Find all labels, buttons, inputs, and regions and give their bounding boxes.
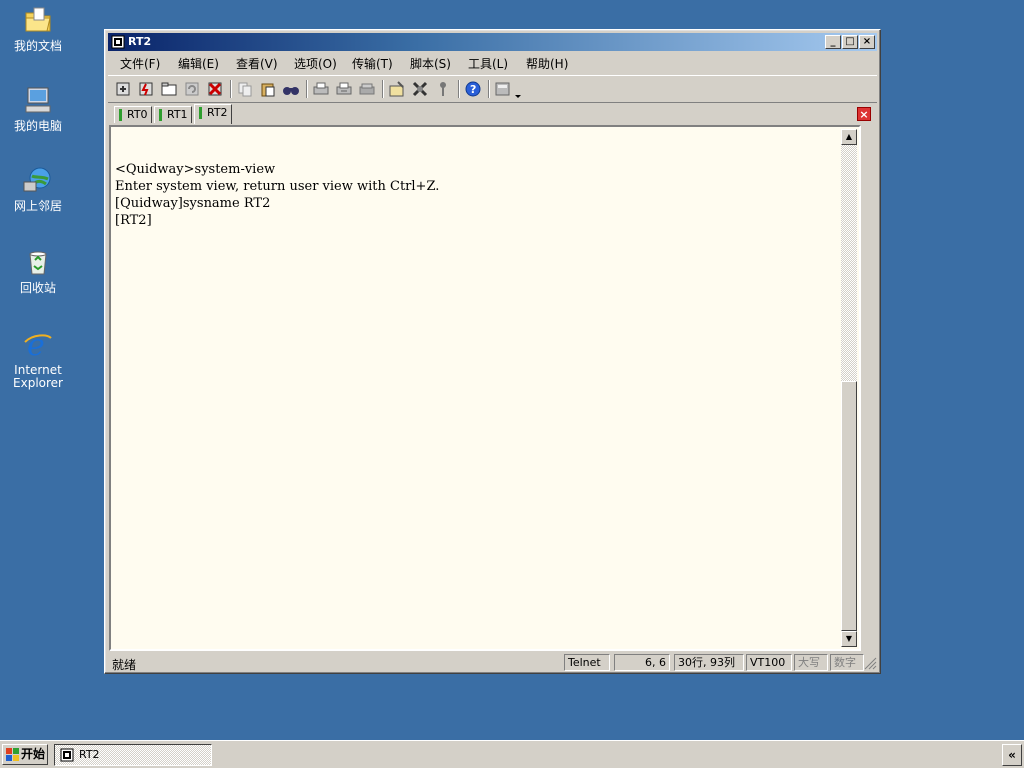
desktop-icon-my-computer[interactable]: 我的电脑 — [6, 84, 70, 133]
minimize-button[interactable]: _ — [825, 35, 841, 49]
close-tab-button[interactable]: × — [857, 107, 871, 121]
desktop-icon-internet-explorer[interactable]: e Internet Explorer — [6, 328, 70, 390]
menu-script[interactable]: 脚本(S) — [410, 55, 451, 72]
toolbar: ? — [108, 75, 877, 102]
desktop-icon-recycle-bin[interactable]: 回收站 — [6, 246, 70, 295]
tab-label: RT2 — [207, 106, 228, 119]
status-caps: 大写 — [794, 654, 828, 671]
print-screen-icon[interactable] — [358, 80, 376, 98]
title-bar[interactable]: RT2 _ □ × — [108, 33, 877, 51]
keymap-icon[interactable] — [494, 80, 512, 98]
scroll-thumb[interactable] — [841, 381, 857, 631]
app-icon — [111, 35, 125, 49]
terminal-line: [RT2] — [115, 213, 152, 228]
terminal-line: <Quidway>system-view — [115, 162, 276, 177]
print-icon[interactable] — [312, 80, 330, 98]
toolbar-separator — [458, 80, 460, 98]
app-icon — [60, 748, 74, 762]
quick-connect-icon[interactable] — [137, 80, 155, 98]
menu-file[interactable]: 文件(F) — [120, 55, 160, 72]
status-bar: 就绪 Telnet 6, 6 30行, 93列 VT100 大写 数字 — [108, 653, 877, 672]
maximize-button[interactable]: □ — [842, 35, 858, 49]
toolbar-dropdown-icon[interactable] — [513, 90, 523, 100]
status-emulation: VT100 — [746, 654, 792, 671]
desktop-icon-label: Internet Explorer — [13, 363, 63, 390]
tab-rt1[interactable]: RT1 — [154, 106, 192, 123]
toolbar-separator — [382, 80, 384, 98]
connect-tab-icon[interactable] — [160, 80, 178, 98]
desktop-icon-label: 我的电脑 — [13, 119, 62, 133]
network-globe-icon — [22, 164, 54, 196]
menu-help[interactable]: 帮助(H) — [526, 55, 568, 72]
print-selection-icon[interactable] — [335, 80, 353, 98]
menu-tools[interactable]: 工具(L) — [468, 55, 508, 72]
status-ready: 就绪 — [112, 658, 137, 672]
menu-view[interactable]: 查看(V) — [236, 55, 278, 72]
windows-logo-icon — [6, 748, 19, 761]
securecrt-window: RT2 _ □ × 文件(F) 编辑(E) 查看(V) 选项(O) 传输(T) … — [104, 29, 881, 674]
terminal-area[interactable]: <Quidway>system-view Enter system view, r… — [109, 125, 861, 651]
computer-icon — [22, 84, 54, 116]
status-protocol: Telnet — [564, 654, 610, 671]
status-size: 30行, 93列 — [674, 654, 744, 671]
vertical-scrollbar[interactable]: ▲ ▼ — [841, 129, 857, 647]
help-icon[interactable]: ? — [464, 80, 482, 98]
menu-options[interactable]: 选项(O) — [294, 55, 337, 72]
desktop-icon-label: 回收站 — [19, 281, 56, 295]
session-options-icon[interactable] — [388, 80, 406, 98]
taskbar-item-rt2[interactable]: RT2 — [54, 744, 212, 766]
desktop-icon-label: 网上邻居 — [13, 199, 62, 213]
svg-text:e: e — [27, 328, 45, 360]
taskbar: 开始 RT2 « — [0, 740, 1024, 768]
reconnect-icon[interactable] — [183, 80, 201, 98]
tab-status-indicator — [199, 107, 202, 119]
paste-icon[interactable] — [259, 80, 277, 98]
status-num: 数字 — [830, 654, 864, 671]
recycle-bin-icon — [22, 246, 54, 278]
status-cursor: 6, 6 — [614, 654, 670, 671]
resize-grip-icon[interactable] — [864, 657, 877, 670]
internet-explorer-icon: e — [22, 328, 54, 363]
start-button[interactable]: 开始 — [2, 744, 48, 765]
menu-transfer[interactable]: 传输(T) — [352, 55, 393, 72]
global-options-icon[interactable] — [411, 80, 429, 98]
disconnect-icon[interactable] — [206, 80, 224, 98]
tab-label: RT0 — [127, 108, 148, 121]
tab-label: RT1 — [167, 108, 188, 121]
toolbar-separator — [306, 80, 308, 98]
menu-bar: 文件(F) 编辑(E) 查看(V) 选项(O) 传输(T) 脚本(S) 工具(L… — [108, 52, 877, 72]
toolbar-separator — [488, 80, 490, 98]
svg-text:?: ? — [470, 83, 476, 96]
tab-status-indicator — [119, 109, 122, 121]
start-label: 开始 — [21, 747, 46, 761]
copy-icon[interactable] — [236, 80, 254, 98]
desktop-icon-my-documents[interactable]: 我的文档 — [6, 4, 70, 53]
scroll-up-button[interactable]: ▲ — [841, 129, 857, 145]
connect-icon[interactable] — [114, 80, 132, 98]
desktop-icon-network[interactable]: 网上邻居 — [6, 164, 70, 213]
desktop-icon-label: 我的文档 — [13, 39, 62, 53]
key-icon[interactable] — [434, 80, 452, 98]
terminal-line: [Quidway]sysname RT2 — [115, 196, 271, 211]
menu-edit[interactable]: 编辑(E) — [178, 55, 219, 72]
terminal-line: Enter system view, return user view with… — [115, 179, 440, 194]
scroll-down-button[interactable]: ▼ — [841, 631, 857, 647]
find-icon[interactable] — [282, 80, 300, 98]
session-tabs: RT0 RT1 RT2 × — [108, 102, 877, 125]
tab-rt0[interactable]: RT0 — [114, 106, 152, 123]
close-button[interactable]: × — [859, 35, 875, 49]
tab-status-indicator — [159, 109, 162, 121]
tray-expand-button[interactable]: « — [1002, 744, 1022, 766]
taskbar-item-label: RT2 — [79, 748, 100, 761]
terminal-output: <Quidway>system-view Enter system view, r… — [115, 161, 439, 229]
toolbar-separator — [230, 80, 232, 98]
folder-icon — [22, 4, 54, 36]
tab-rt2[interactable]: RT2 — [194, 104, 232, 124]
window-title: RT2 — [128, 35, 152, 48]
